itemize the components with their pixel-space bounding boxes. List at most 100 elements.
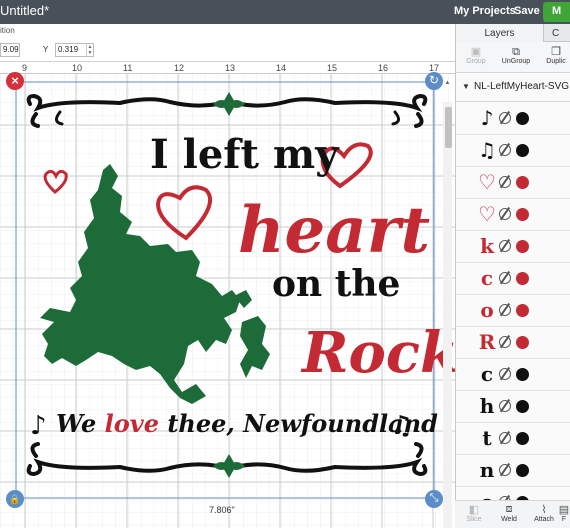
panel-tabs: Layers C	[456, 24, 570, 42]
layer-color-swatch[interactable]	[516, 176, 529, 189]
top-ruler: 9 10 11 12 13 14 15 16 17	[0, 62, 455, 74]
art-line-2: heart	[238, 193, 430, 268]
top-bar: Untitled* My Projects Save M	[0, 0, 570, 24]
layer-row[interactable]: ♫	[456, 135, 570, 167]
glyph-thumbnail-icon: h	[479, 394, 495, 418]
slice-button[interactable]: ◧ Slice	[455, 503, 493, 523]
layer-color-swatch[interactable]	[516, 240, 529, 253]
layer-color-swatch[interactable]	[516, 144, 529, 157]
x-position-input[interactable]: 9.09	[0, 43, 20, 57]
visibility-toggle-icon[interactable]	[499, 368, 511, 380]
ruler-tick-label: 14	[276, 63, 287, 73]
lock-handle-icon[interactable]: 🔒	[6, 490, 24, 508]
position-label: ition	[0, 26, 15, 35]
layer-color-swatch[interactable]	[516, 112, 529, 125]
visibility-toggle-icon[interactable]	[499, 144, 511, 156]
layer-group-header[interactable]: ▼ NL-LeftMyHeart-SVG	[456, 74, 570, 102]
save-button[interactable]: Save	[514, 5, 540, 17]
ruler-tick-label: 13	[225, 63, 236, 73]
art-line-1: I left my	[150, 131, 340, 178]
rotate-handle-icon[interactable]: ↻	[425, 72, 443, 90]
glyph-thumbnail-icon: k	[480, 234, 494, 258]
canvas-scroll-up-icon[interactable]: ▲	[443, 80, 452, 96]
glyph-thumbnail-icon: c	[480, 362, 494, 386]
layer-color-swatch[interactable]	[516, 400, 529, 413]
glyph-thumbnail-icon: t	[482, 426, 492, 450]
layer-row[interactable]: ♡	[456, 199, 570, 231]
tab-layers[interactable]: Layers	[456, 24, 544, 42]
y-position-value: 0.319	[58, 45, 79, 54]
layer-actions: ▣ Group ⧉ UnGroup ❐ Duplic	[456, 42, 570, 73]
visibility-toggle-icon[interactable]	[499, 176, 511, 188]
visibility-toggle-icon[interactable]	[499, 112, 511, 124]
visibility-toggle-icon[interactable]	[499, 208, 511, 220]
collapse-caret-icon[interactable]: ▼	[462, 82, 470, 91]
glyph-thumbnail-icon: ♪	[480, 106, 494, 130]
heart-thumbnail-icon: ♡	[478, 170, 496, 194]
layer-color-swatch[interactable]	[516, 432, 529, 445]
canvas-artwork[interactable]: I left my heart on the Rock ♪ We love th…	[0, 62, 455, 528]
layer-row[interactable]: t	[456, 423, 570, 455]
ungroup-button[interactable]: ⧉ UnGroup	[496, 46, 536, 65]
glyph-thumbnail-icon: o	[480, 298, 494, 322]
layer-row[interactable]: ♡	[456, 167, 570, 199]
flatten-button[interactable]: ▤ F	[557, 503, 570, 523]
layer-color-swatch[interactable]	[516, 368, 529, 381]
music-note-left-icon: ♪	[30, 411, 47, 441]
glyph-thumbnail-icon: n	[479, 458, 495, 482]
art-line-4: Rock	[300, 320, 455, 386]
visibility-toggle-icon[interactable]	[499, 272, 511, 284]
layer-row[interactable]: o	[456, 295, 570, 327]
duplicate-button[interactable]: ❐ Duplic	[536, 46, 570, 65]
visibility-toggle-icon[interactable]	[499, 464, 511, 476]
layer-row[interactable]: k	[456, 231, 570, 263]
weld-icon: ⧈	[505, 503, 513, 515]
art-line-5: We love thee, Newfoundland	[56, 409, 438, 438]
x-position-value: 9.09	[3, 45, 19, 54]
canvas-scrollbar[interactable]	[443, 102, 452, 528]
heart-thumbnail-icon: ♡	[478, 202, 496, 226]
layer-row[interactable]: R	[456, 327, 570, 359]
layer-row[interactable]: c	[456, 263, 570, 295]
visibility-toggle-icon[interactable]	[499, 400, 511, 412]
edit-toolbar: ition 9.09 Y 0.319 ▲ ▼	[0, 24, 455, 62]
layer-row[interactable]: n	[456, 455, 570, 487]
glyph-thumbnail-icon: R	[478, 330, 496, 354]
resize-handle-icon[interactable]: ⤡	[425, 490, 443, 508]
ruler-tick-label: 9	[22, 63, 28, 73]
ruler-tick-label: 12	[174, 63, 185, 73]
ruler-tick-label: 15	[327, 63, 338, 73]
visibility-toggle-icon[interactable]	[499, 240, 511, 252]
width-readout: 7.806"	[209, 505, 235, 515]
layer-row[interactable]: h	[456, 391, 570, 423]
my-projects-button[interactable]: My Projects	[454, 5, 516, 17]
group-button[interactable]: ▣ Group	[456, 46, 496, 65]
canvas-scrollbar-thumb[interactable]	[445, 107, 452, 148]
ungroup-icon: ⧉	[512, 46, 520, 58]
layer-row[interactable]: ♪	[456, 103, 570, 135]
tab-color-sync[interactable]: C	[546, 24, 570, 42]
layer-color-swatch[interactable]	[516, 464, 529, 477]
music-notes-right-icon: ♫	[390, 411, 413, 441]
delete-handle-icon[interactable]: ×	[6, 72, 24, 90]
layer-color-swatch[interactable]	[516, 336, 529, 349]
layer-color-swatch[interactable]	[516, 208, 529, 221]
layers-panel: Layers C ▣ Group ⧉ UnGroup ❐ Duplic ▼ NL…	[455, 24, 570, 528]
layer-color-swatch[interactable]	[516, 272, 529, 285]
ruler-tick-label: 16	[378, 63, 389, 73]
group-icon: ▣	[470, 46, 482, 58]
make-it-button[interactable]: M	[543, 2, 570, 22]
layer-group-name: NL-LeftMyHeart-SVG	[474, 81, 570, 92]
visibility-toggle-icon[interactable]	[499, 336, 511, 348]
ruler-tick-label: 10	[72, 63, 83, 73]
weld-button[interactable]: ⧈ Weld	[490, 503, 528, 523]
glyph-thumbnail-icon: c	[480, 266, 494, 290]
y-stepper-icon[interactable]: ▲ ▼	[86, 44, 93, 56]
layer-row[interactable]: c	[456, 359, 570, 391]
y-position-label: Y	[43, 45, 49, 54]
visibility-toggle-icon[interactable]	[499, 432, 511, 444]
art-line-3: on the	[272, 263, 400, 305]
layer-color-swatch[interactable]	[516, 304, 529, 317]
visibility-toggle-icon[interactable]	[499, 304, 511, 316]
y-position-input[interactable]: 0.319 ▲ ▼	[55, 43, 94, 57]
